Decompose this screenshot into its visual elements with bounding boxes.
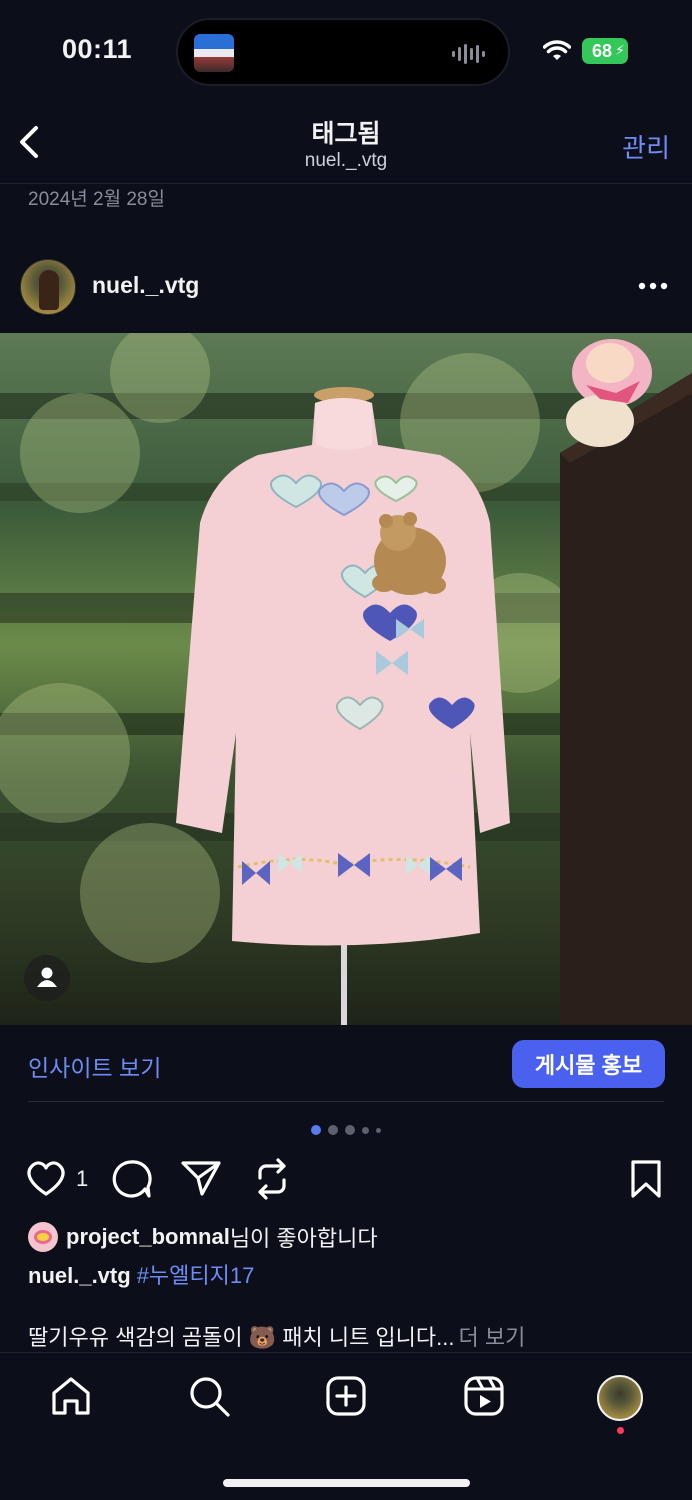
instagram-post-screen: 00:11 68 ⚡ 태그됨 nuel._.vtg 관리 2024년 2월 28… bbox=[0, 0, 692, 1500]
charging-icon: ⚡ bbox=[615, 42, 625, 58]
search-icon[interactable] bbox=[186, 1373, 232, 1419]
battery-icon: 68 ⚡ bbox=[582, 38, 628, 64]
flower-icon bbox=[34, 1230, 52, 1244]
view-insights-link[interactable]: 인사이트 보기 bbox=[28, 1049, 161, 1083]
liker-username[interactable]: project_bomnal bbox=[66, 1224, 230, 1250]
liked-by-line[interactable]: project_bomnal 님이 좋아합니다 bbox=[28, 1220, 378, 1254]
author-username[interactable]: nuel._.vtg bbox=[92, 272, 199, 299]
caption-header: nuel._.vtg #누엘티지17 bbox=[28, 1258, 254, 1290]
plus-square-icon[interactable] bbox=[323, 1373, 369, 1419]
carousel-dot bbox=[345, 1125, 355, 1135]
carousel-indicator bbox=[0, 1124, 692, 1136]
photo-illustration bbox=[0, 333, 692, 1025]
like-count[interactable]: 1 bbox=[76, 1166, 88, 1192]
post-author-row: nuel._.vtg bbox=[0, 254, 692, 320]
audio-wave-icon bbox=[452, 44, 485, 64]
caption-hashtag[interactable]: #누엘티지17 bbox=[137, 1263, 255, 1288]
post-photo[interactable] bbox=[0, 333, 692, 1025]
carousel-dot bbox=[362, 1126, 369, 1134]
page-header: 태그됨 nuel._.vtg 관리 bbox=[0, 104, 692, 184]
carousel-dot bbox=[328, 1125, 338, 1135]
home-icon[interactable] bbox=[48, 1373, 94, 1419]
manage-button[interactable]: 관리 bbox=[622, 128, 670, 165]
divider bbox=[28, 1101, 664, 1102]
wifi-icon bbox=[543, 40, 571, 60]
tagged-people-icon[interactable] bbox=[24, 955, 70, 1001]
carousel-dot bbox=[376, 1127, 381, 1133]
more-horizontal-icon[interactable] bbox=[638, 282, 668, 290]
status-bar: 00:11 68 ⚡ bbox=[0, 0, 692, 104]
battery-level: 68 bbox=[591, 40, 613, 61]
caption-username[interactable]: nuel._.vtg bbox=[28, 1263, 131, 1288]
now-playing-thumbnail bbox=[194, 34, 234, 72]
bottom-tab-bar bbox=[0, 1352, 692, 1500]
avatar-figure bbox=[39, 270, 59, 310]
person-icon bbox=[37, 967, 57, 987]
heart-icon[interactable] bbox=[24, 1158, 68, 1198]
more-link[interactable]: 더 보기 bbox=[459, 1325, 526, 1350]
liked-by-suffix: 님이 좋아합니다 bbox=[229, 1226, 378, 1251]
post-date: 2024년 2월 28일 bbox=[28, 189, 165, 210]
author-avatar[interactable] bbox=[20, 259, 76, 315]
reels-icon[interactable] bbox=[461, 1373, 507, 1419]
caption-text: 딸기우유 색감의 곰돌이 🐻 패치 니트 입니다... bbox=[28, 1325, 455, 1350]
repost-icon[interactable] bbox=[252, 1158, 292, 1200]
comment-icon[interactable] bbox=[110, 1158, 152, 1200]
send-icon[interactable] bbox=[180, 1158, 222, 1198]
promote-post-button[interactable]: 게시물 홍보 bbox=[512, 1040, 665, 1088]
carousel-dot bbox=[311, 1125, 321, 1135]
status-time: 00:11 bbox=[62, 34, 133, 64]
page-subtitle: nuel._.vtg bbox=[304, 150, 388, 171]
post-actions: 1 bbox=[0, 1150, 692, 1206]
dynamic-island[interactable] bbox=[176, 18, 510, 86]
home-indicator[interactable] bbox=[223, 1479, 470, 1487]
page-title: 태그됨 bbox=[311, 120, 381, 148]
profile-tab-avatar[interactable] bbox=[597, 1375, 643, 1421]
notification-dot bbox=[617, 1427, 624, 1434]
caption-text-line: 딸기우유 색감의 곰돌이 🐻 패치 니트 입니다... 더 보기 bbox=[28, 1320, 525, 1352]
bookmark-icon[interactable] bbox=[628, 1158, 664, 1200]
liker-avatar[interactable] bbox=[28, 1222, 58, 1252]
